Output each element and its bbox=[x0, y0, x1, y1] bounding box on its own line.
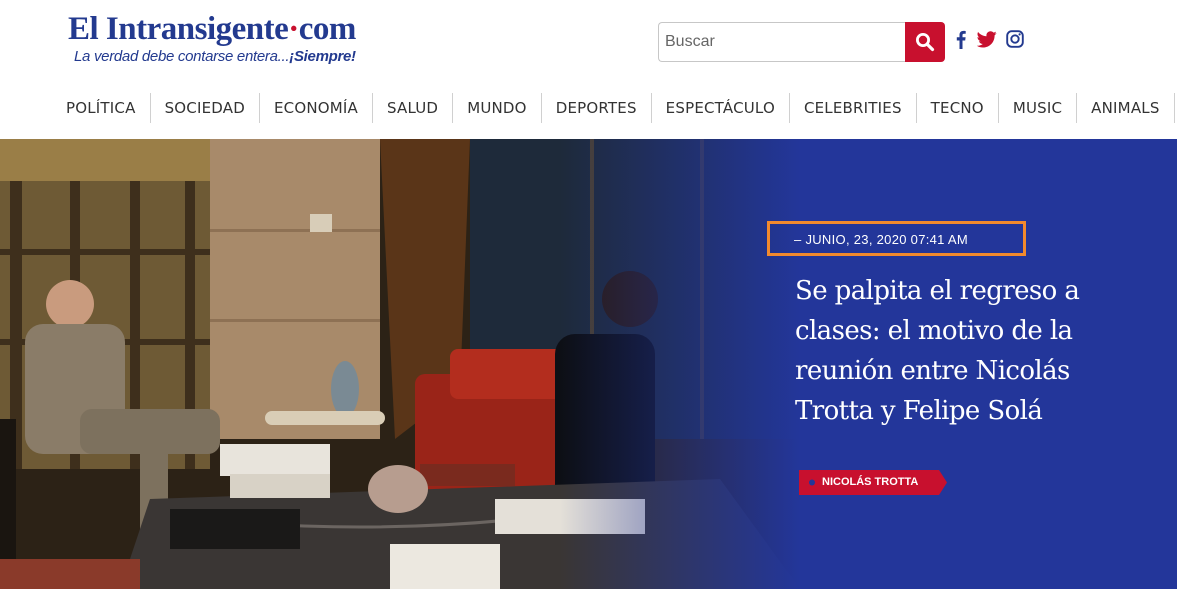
instagram-link[interactable] bbox=[1005, 28, 1025, 50]
tag-label: NICOLÁS TROTTA bbox=[822, 476, 919, 488]
nav-item-celebrities[interactable]: CELEBRITIES bbox=[790, 93, 917, 123]
nav-item-music[interactable]: MUSIC bbox=[999, 93, 1078, 123]
logo-wordmark: El Intransigente·com bbox=[68, 12, 356, 46]
twitter-link[interactable] bbox=[976, 28, 998, 50]
nav-item-tecno[interactable]: TECNO bbox=[917, 93, 999, 123]
nav-item-espectaculo[interactable]: ESPECTÁCULO bbox=[652, 93, 790, 123]
featured-article[interactable]: – JUNIO, 23, 2020 07:41 AM Se palpita el… bbox=[0, 139, 1177, 589]
nav-item-sociedad[interactable]: SOCIEDAD bbox=[151, 93, 260, 123]
logo-tagline: La verdad debe contarse entera...¡Siempr… bbox=[74, 48, 356, 65]
search-button[interactable] bbox=[905, 22, 945, 62]
nav-item-economia[interactable]: ECONOMÍA bbox=[260, 93, 373, 123]
instagram-icon bbox=[1006, 30, 1024, 48]
logo-suffix: com bbox=[298, 11, 357, 47]
nav-item-mundo[interactable]: MUNDO bbox=[453, 93, 542, 123]
tagline-end: ¡Siempre! bbox=[289, 48, 356, 65]
article-date: – JUNIO, 23, 2020 07:41 AM bbox=[794, 232, 969, 247]
nav-item-politica[interactable]: POLÍTICA bbox=[52, 93, 151, 123]
main-nav: POLÍTICA SOCIEDAD ECONOMÍA SALUD MUNDO D… bbox=[52, 93, 1175, 123]
nav-item-salud[interactable]: SALUD bbox=[373, 93, 454, 123]
facebook-icon bbox=[956, 30, 966, 49]
site-logo[interactable]: El Intransigente·com La verdad debe cont… bbox=[68, 12, 356, 65]
article-title[interactable]: Se palpita el regreso a clases: el motiv… bbox=[795, 271, 1125, 431]
site-header: El Intransigente·com La verdad debe cont… bbox=[0, 0, 1177, 139]
photo-fade bbox=[560, 139, 800, 589]
logo-dot: · bbox=[288, 11, 299, 47]
nav-item-deportes[interactable]: DEPORTES bbox=[542, 93, 652, 123]
search-form bbox=[658, 22, 946, 62]
search-input[interactable] bbox=[658, 22, 906, 62]
search-icon bbox=[916, 33, 935, 52]
facebook-link[interactable] bbox=[953, 28, 969, 50]
twitter-icon bbox=[977, 30, 997, 47]
nav-item-animals[interactable]: ANIMALS bbox=[1077, 93, 1175, 123]
logo-name: El Intransigente bbox=[68, 11, 289, 47]
tagline-start: La verdad debe contarse entera... bbox=[74, 48, 290, 65]
